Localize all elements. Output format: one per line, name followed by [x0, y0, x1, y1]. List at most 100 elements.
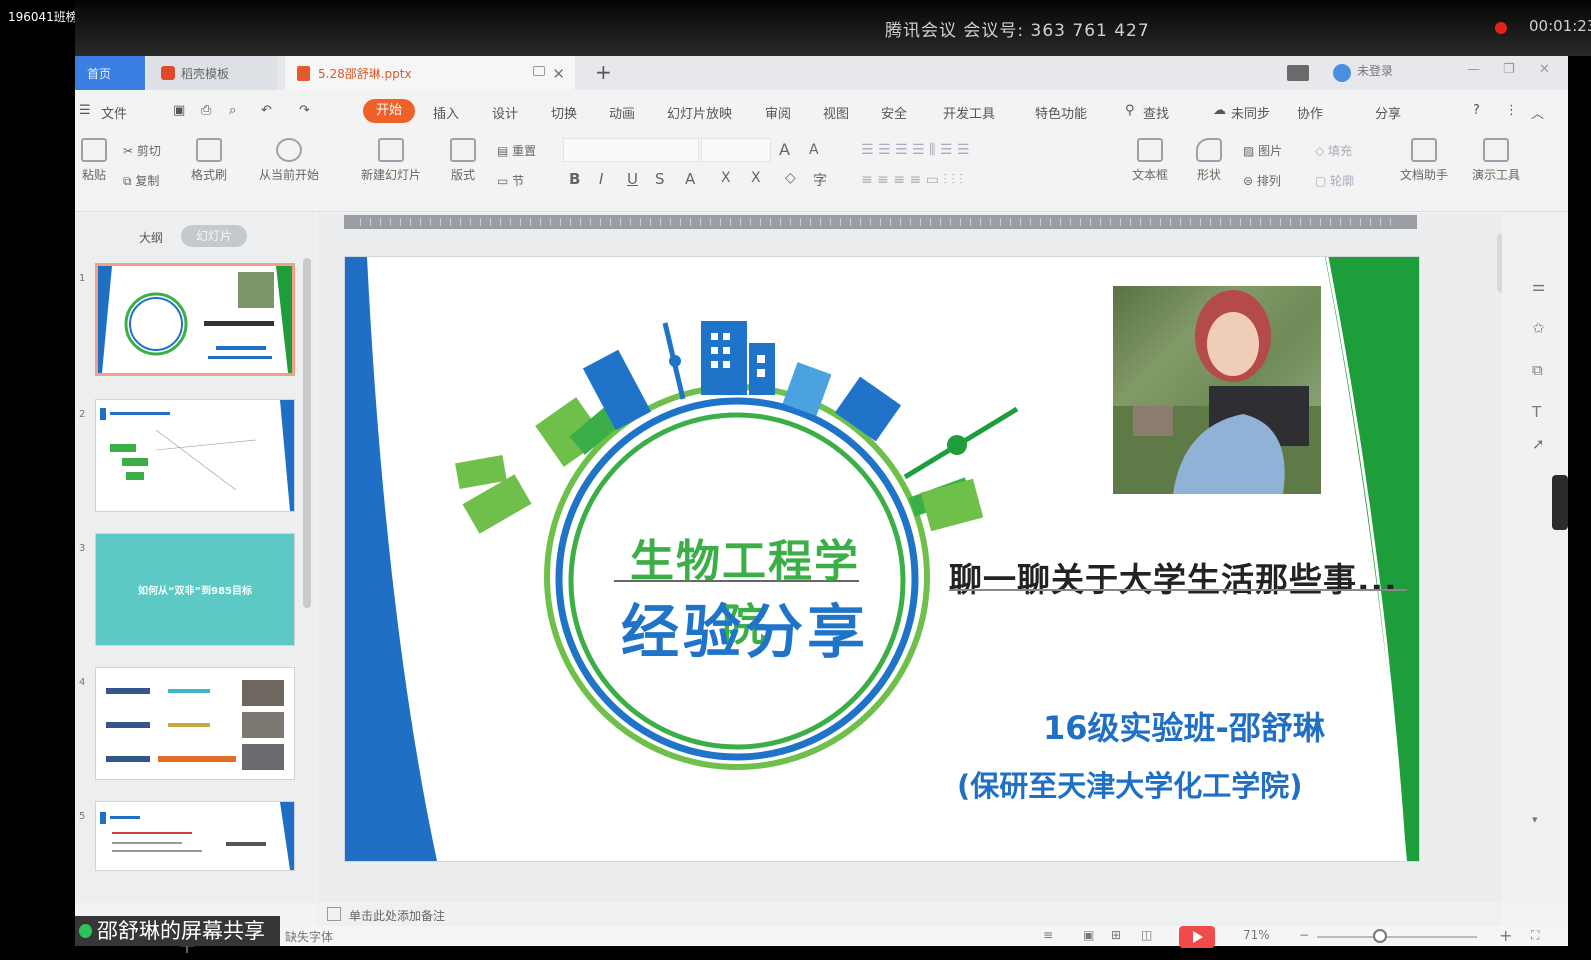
font-color-icon[interactable]: A [685, 170, 695, 188]
zoom-out-icon[interactable]: − [1299, 928, 1309, 942]
tab-close-icon[interactable]: ✕ [552, 65, 565, 83]
format-painter-button[interactable]: 格式刷 [185, 138, 233, 183]
cut-button[interactable]: ✂ 剪切 [123, 142, 161, 159]
presenter-tools-button[interactable]: 演示工具 [1461, 138, 1531, 183]
subscript-icon[interactable]: X [751, 170, 761, 186]
copy-button[interactable]: ⧉ 复制 [123, 172, 159, 189]
current-slide[interactable]: 生物工程学院 经验分享 聊一聊关于大学生活那些事... 16级实验班-邵舒琳 (… [345, 257, 1419, 861]
fit-window-icon[interactable]: ⛶ [1531, 928, 1539, 943]
picture-button[interactable]: ▨ 图片 [1243, 142, 1282, 159]
menu-review[interactable]: 审阅 [765, 103, 791, 122]
user-avatar[interactable] [1333, 64, 1351, 82]
menu-special-features[interactable]: 特色功能 [1035, 103, 1087, 122]
slide-thumbnail-1[interactable] [95, 263, 295, 376]
tab-daoke-templates[interactable]: 稻壳模板 [147, 56, 277, 90]
increase-font-icon[interactable]: A [779, 140, 790, 159]
missing-font-status[interactable]: 缺失字体 [285, 928, 333, 945]
workspace-icon[interactable] [1287, 65, 1309, 81]
slide-thumbnail-2[interactable] [95, 399, 295, 512]
arrange-button[interactable]: ⊜ 排列 [1243, 172, 1281, 189]
textbox-button[interactable]: 文本框 [1123, 138, 1177, 183]
outline-button[interactable]: ▢ 轮廓 [1315, 172, 1354, 189]
play-from-current-button[interactable]: 从当前开始 [247, 138, 331, 183]
menu-slideshow[interactable]: 幻灯片放映 [667, 103, 732, 122]
menu-home-start[interactable]: 开始 [363, 99, 415, 123]
more-options-icon[interactable]: ⋮ [1505, 103, 1518, 118]
tab-window-icon[interactable] [533, 66, 545, 76]
layout-button[interactable]: 版式 [441, 138, 485, 183]
strikethrough-icon[interactable]: S [655, 170, 665, 188]
zoom-in-icon[interactable]: + [1499, 926, 1512, 945]
menu-unsynced[interactable]: 未同步 [1231, 103, 1270, 122]
slide-thumbnail-4[interactable] [95, 667, 295, 780]
alignment-tools-icon[interactable]: ≡ ≡ ≡ ≡ ▭ ⫶ ⫶ ⫶ [861, 172, 963, 188]
italic-icon[interactable]: I [599, 170, 603, 188]
cloud-sync-icon[interactable]: ☁ [1213, 103, 1226, 118]
thumbnail-scrollbar[interactable] [303, 258, 311, 608]
page-down-icon[interactable]: ▾ [1532, 813, 1538, 826]
menu-find[interactable]: 查找 [1143, 103, 1169, 122]
normal-view-icon[interactable]: ▣ [1083, 928, 1094, 942]
zoom-slider-track[interactable] [1317, 936, 1477, 938]
paragraph-tools-icon[interactable]: ☰ ☰ ☰ ☰ ⫼ ☰ ☰ [861, 142, 969, 158]
side-panel-handle[interactable] [1552, 475, 1568, 530]
menu-design[interactable]: 设计 [492, 103, 518, 122]
presenter-photo[interactable] [1113, 286, 1321, 494]
sorter-view-icon[interactable]: ⊞ [1111, 928, 1121, 942]
presenter-school[interactable]: (保研至天津大学化工学院) [957, 763, 1303, 805]
preview-icon[interactable]: ⌕ [229, 103, 236, 118]
paste-button[interactable]: 粘贴 [77, 138, 111, 183]
zoom-slider-knob[interactable] [1373, 929, 1387, 943]
restore-icon[interactable]: ❐ [1503, 62, 1515, 77]
decrease-font-icon[interactable]: A [809, 142, 819, 158]
tab-outline[interactable]: 大纲 [139, 229, 163, 246]
minimize-icon[interactable]: — [1467, 62, 1480, 77]
zoom-level[interactable]: 71% [1243, 928, 1270, 942]
notes-toggle-icon[interactable]: ≡ [1043, 928, 1053, 942]
slideshow-play-button[interactable] [1179, 926, 1215, 948]
menu-hamburger-icon[interactable]: ☰ [79, 103, 91, 118]
shape-button[interactable]: 形状 [1187, 138, 1231, 183]
font-family-select[interactable] [563, 138, 699, 162]
menu-developer[interactable]: 开发工具 [943, 103, 995, 122]
copy-style-icon[interactable]: ⧉ [1532, 361, 1543, 379]
clear-format-icon[interactable]: ◇ [785, 170, 796, 186]
text-icon[interactable]: T [1532, 403, 1541, 421]
menu-share[interactable]: 分享 [1375, 103, 1401, 122]
font-size-select[interactable] [701, 138, 771, 162]
notes-bar[interactable]: 单击此处添加备注 [317, 904, 1502, 926]
menu-view[interactable]: 视图 [823, 103, 849, 122]
help-icon[interactable]: ? [1473, 103, 1480, 118]
reading-view-icon[interactable]: ◫ [1141, 928, 1152, 942]
window-close-icon[interactable]: ✕ [1539, 62, 1550, 77]
doc-assistant-button[interactable]: 文档助手 [1393, 138, 1455, 183]
fill-button[interactable]: ◇ 填充 [1315, 142, 1352, 159]
redo-icon[interactable]: ↷ [299, 103, 310, 118]
section-button[interactable]: ▭ 节 [497, 172, 524, 189]
bold-icon[interactable]: B [569, 170, 580, 188]
menu-animation[interactable]: 动画 [609, 103, 635, 122]
tab-home[interactable]: 首页 [75, 56, 145, 90]
slide-title-sharing[interactable]: 经验分享 [610, 585, 880, 669]
new-slide-button[interactable]: 新建幻灯片 [349, 138, 433, 183]
menu-transition[interactable]: 切换 [551, 103, 577, 122]
undo-icon[interactable]: ↶ [261, 103, 272, 118]
char-spacing-icon[interactable]: 字 [813, 170, 827, 190]
save-icon[interactable]: ▣ [173, 103, 185, 118]
notes-placeholder[interactable]: 单击此处添加备注 [349, 907, 445, 924]
slide-thumbnail-5[interactable] [95, 801, 295, 871]
slide-thumbnail-3[interactable]: 如何从“双非”到985目标 [95, 533, 295, 646]
properties-icon[interactable]: ⚌ [1532, 277, 1545, 295]
superscript-icon[interactable]: X [721, 170, 731, 186]
presenter-name[interactable]: 16级实验班-邵舒琳 [1043, 703, 1325, 749]
search-icon[interactable]: ⚲ [1125, 103, 1135, 118]
new-tab-button[interactable]: + [595, 60, 612, 84]
tab-slides[interactable]: 幻灯片 [181, 225, 247, 247]
collapse-ribbon-icon[interactable]: ︿ [1531, 103, 1544, 122]
menu-collaborate[interactable]: 协作 [1297, 103, 1323, 122]
menu-security[interactable]: 安全 [881, 103, 907, 122]
reset-button[interactable]: ▤ 重置 [497, 142, 536, 159]
menu-insert[interactable]: 插入 [433, 103, 459, 122]
slide-subtitle[interactable]: 聊一聊关于大学生活那些事... [949, 553, 1398, 601]
user-login-status[interactable]: 未登录 [1357, 62, 1393, 79]
